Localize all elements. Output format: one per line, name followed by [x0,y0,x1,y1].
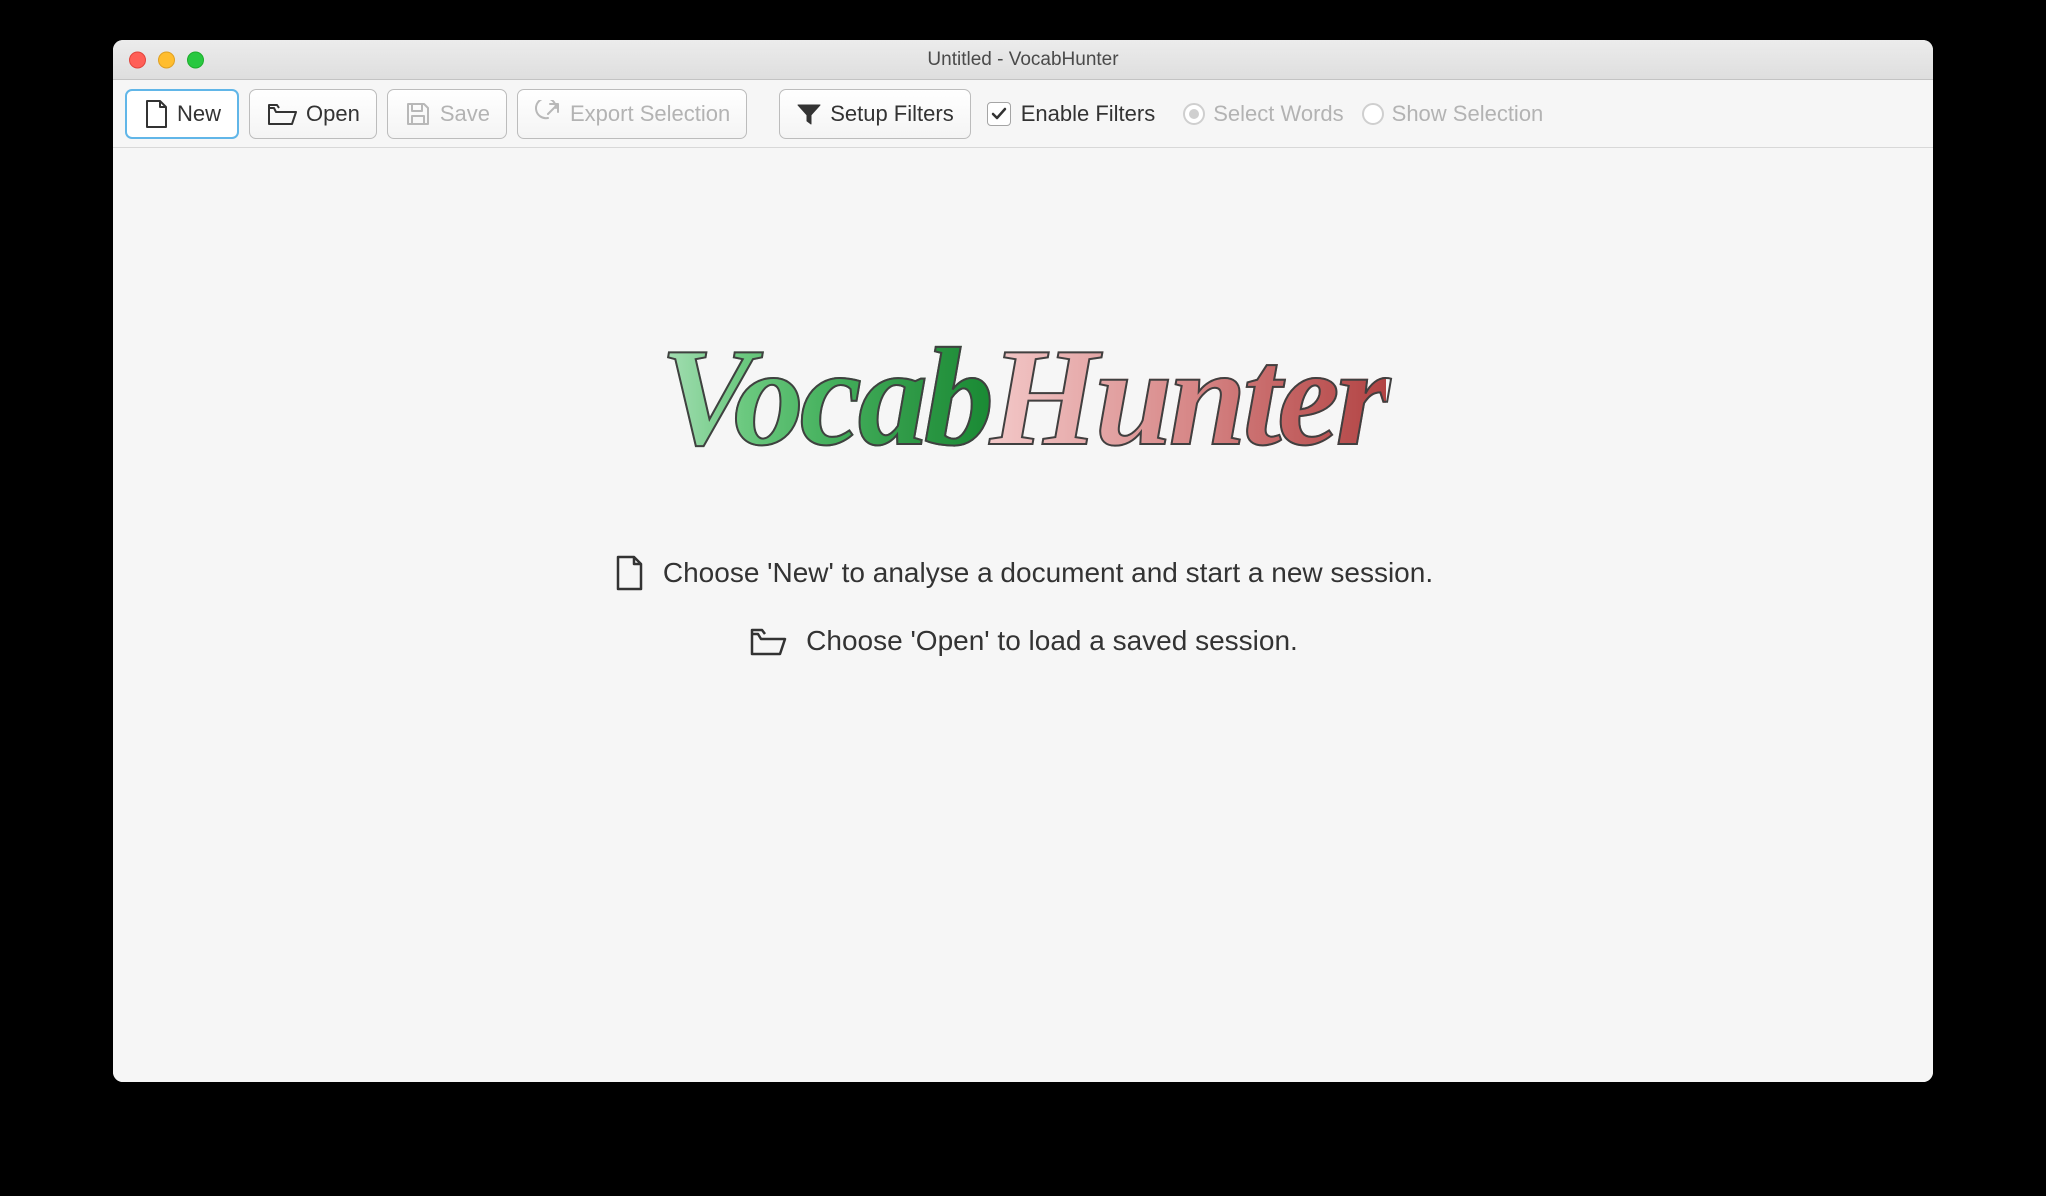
hint-open-text: Choose 'Open' to load a saved session. [806,625,1298,657]
app-window: Untitled - VocabHunter New Open Save [113,40,1933,1082]
file-new-icon [143,99,169,129]
minimize-icon[interactable] [158,51,175,68]
hint-open-row: Choose 'Open' to load a saved session. [748,624,1298,658]
select-words-label: Select Words [1213,101,1343,127]
export-icon [534,100,562,128]
hint-new-text: Choose 'New' to analyse a document and s… [663,557,1433,589]
filter-icon [796,101,822,127]
new-button-label: New [177,101,221,127]
traffic-lights [129,51,204,68]
save-button-label: Save [440,101,490,127]
checkbox-icon [987,102,1011,126]
radio-icon [1362,103,1384,125]
window-title: Untitled - VocabHunter [127,49,1919,71]
export-selection-label: Export Selection [570,101,730,127]
show-selection-label: Show Selection [1392,101,1544,127]
setup-filters-button[interactable]: Setup Filters [779,89,971,139]
toolbar: New Open Save Export Selection Set [113,80,1933,148]
new-button[interactable]: New [125,89,239,139]
app-logo: Vocab Hunter [660,328,1386,468]
setup-filters-label: Setup Filters [830,101,954,127]
select-words-radio: Select Words [1183,101,1343,127]
export-selection-button: Export Selection [517,89,747,139]
open-button[interactable]: Open [249,89,377,139]
folder-open-icon [748,624,788,658]
logo-part-vocab: Vocab [660,328,990,468]
titlebar: Untitled - VocabHunter [113,40,1933,80]
hint-new-row: Choose 'New' to analyse a document and s… [613,554,1433,592]
file-icon [613,554,645,592]
enable-filters-checkbox[interactable]: Enable Filters [987,101,1156,127]
enable-filters-label: Enable Filters [1021,101,1156,127]
save-icon [404,100,432,128]
radio-icon [1183,103,1205,125]
save-button: Save [387,89,507,139]
main-content: Vocab Hunter Choose 'New' to analyse a d… [113,148,1933,1082]
logo-part-hunter: Hunter [990,328,1386,468]
show-selection-radio: Show Selection [1362,101,1544,127]
maximize-icon[interactable] [187,51,204,68]
folder-open-icon [266,100,298,128]
open-button-label: Open [306,101,360,127]
close-icon[interactable] [129,51,146,68]
view-mode-radios: Select Words Show Selection [1183,101,1543,127]
